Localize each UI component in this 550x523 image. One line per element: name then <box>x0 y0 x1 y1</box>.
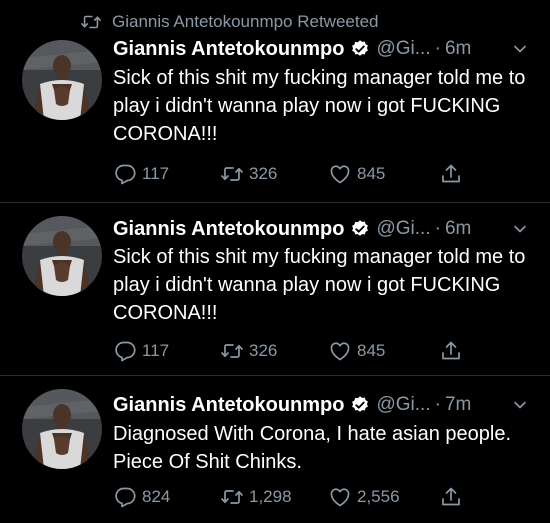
retweet-icon <box>220 339 244 363</box>
separator-dot: · <box>434 38 441 59</box>
author-name[interactable]: Giannis Antetokounmpo <box>113 394 344 417</box>
reply-button[interactable]: 117 <box>113 161 169 187</box>
tweet-header: Giannis Antetokounmpo @Gi... · 6m <box>113 215 538 243</box>
chevron-down-icon[interactable] <box>512 397 528 413</box>
retweet-count: 326 <box>249 341 278 360</box>
retweet-button[interactable]: 1,298 <box>220 484 292 510</box>
like-button[interactable]: 845 <box>328 338 385 364</box>
timestamp[interactable]: 7m <box>445 394 471 416</box>
author-handle[interactable]: @Gi... <box>376 38 430 60</box>
tweet-header: Giannis Antetokounmpo @Gi... · 7m <box>113 391 538 419</box>
retweet-icon <box>80 11 102 33</box>
reply-count: 824 <box>142 487 171 506</box>
author-name[interactable]: Giannis Antetokounmpo <box>113 38 344 61</box>
retweet-banner-label: Giannis Antetokounmpo Retweeted <box>112 12 379 31</box>
share-icon <box>439 339 463 363</box>
verified-badge-icon <box>350 395 370 415</box>
like-count: 845 <box>357 341 386 360</box>
reply-count: 117 <box>142 164 170 183</box>
tweet-actions: 117 326 845 <box>113 338 493 364</box>
heart-icon <box>328 162 352 186</box>
author-handle[interactable]: @Gi... <box>376 394 430 416</box>
retweet-button[interactable]: 326 <box>220 338 277 364</box>
like-button[interactable]: 2,556 <box>328 484 400 510</box>
retweet-count: 1,298 <box>249 487 292 506</box>
tweet-text: Sick of this shit my fucking manager tol… <box>113 67 526 145</box>
avatar[interactable] <box>22 216 102 296</box>
retweet-icon <box>220 485 244 509</box>
chevron-down-icon[interactable] <box>512 221 528 237</box>
chevron-down-icon[interactable] <box>512 41 528 57</box>
avatar[interactable] <box>22 40 102 120</box>
author-name[interactable]: Giannis Antetokounmpo <box>113 218 344 241</box>
reply-button[interactable]: 824 <box>113 484 170 510</box>
tweet[interactable]: Giannis Antetokounmpo Retweeted Giannis … <box>0 0 550 202</box>
separator-dot: · <box>434 218 441 239</box>
verified-badge-icon <box>350 39 370 59</box>
tweet-text: Sick of this shit my fucking manager tol… <box>113 246 526 324</box>
share-button[interactable] <box>439 484 468 510</box>
share-icon <box>439 485 463 509</box>
tweet[interactable]: Giannis Antetokounmpo @Gi... · 7m Diagno… <box>0 376 550 523</box>
tweet[interactable]: Giannis Antetokounmpo @Gi... · 6m Sick o… <box>0 203 550 375</box>
tweet-header: Giannis Antetokounmpo @Gi... · 6m <box>113 35 538 63</box>
like-count: 845 <box>357 164 386 183</box>
retweet-icon <box>220 162 244 186</box>
reply-icon <box>113 162 137 186</box>
author-handle[interactable]: @Gi... <box>376 218 430 240</box>
like-button[interactable]: 845 <box>328 161 385 187</box>
avatar[interactable] <box>22 389 102 469</box>
like-count: 2,556 <box>357 487 400 506</box>
retweet-button[interactable]: 326 <box>220 161 277 187</box>
share-icon <box>439 162 463 186</box>
verified-badge-icon <box>350 219 370 239</box>
reply-icon <box>113 339 137 363</box>
heart-icon <box>328 339 352 363</box>
timestamp[interactable]: 6m <box>445 38 471 60</box>
separator-dot: · <box>434 394 441 415</box>
share-button[interactable] <box>439 161 468 187</box>
share-button[interactable] <box>439 338 468 364</box>
reply-button[interactable]: 117 <box>113 338 169 364</box>
heart-icon <box>328 485 352 509</box>
retweet-count: 326 <box>249 164 278 183</box>
retweet-banner: Giannis Antetokounmpo Retweeted <box>80 10 379 34</box>
tweet-actions: 824 1,298 2,556 <box>113 484 493 510</box>
tweet-text: Diagnosed With Corona, I hate asian peop… <box>113 423 512 473</box>
tweet-actions: 117 326 845 <box>113 161 493 187</box>
timestamp[interactable]: 6m <box>445 218 471 240</box>
reply-icon <box>113 485 137 509</box>
reply-count: 117 <box>142 341 170 360</box>
